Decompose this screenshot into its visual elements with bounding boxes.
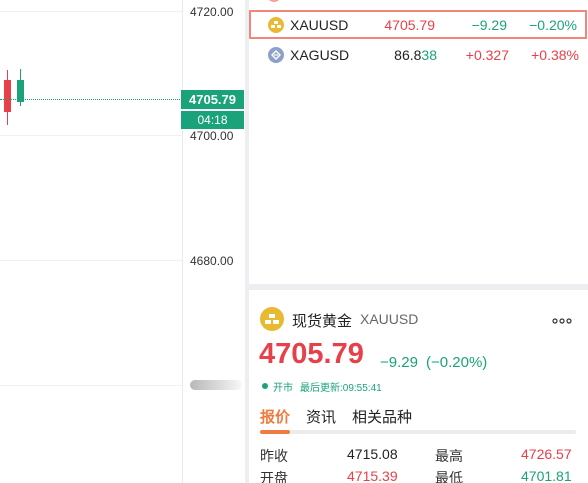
price-main: 86.8 — [394, 47, 422, 63]
stat-label-high: 最高 — [435, 448, 463, 464]
silver-coin-icon — [268, 47, 284, 63]
tab-track — [260, 430, 576, 434]
current-price-line — [0, 99, 182, 100]
instrument-symbol: XAUUSD — [360, 311, 419, 327]
last-update-time: 最后更新:09:55:41 — [300, 383, 382, 394]
gridline — [0, 11, 182, 12]
stat-value-open: 4715.39 — [347, 468, 398, 483]
symbol-label: XAUUSD — [290, 16, 349, 33]
candle-down — [4, 80, 11, 112]
price-axis-separator — [182, 0, 183, 483]
candlestick-chart[interactable]: 4720.00 4700.00 4680.00 4705.79 04:18 — [0, 0, 245, 483]
tab-news[interactable]: 资讯 — [306, 406, 336, 427]
last-price: 4705.79 — [384, 16, 435, 33]
last-price: 86.838 — [394, 47, 437, 63]
tab-quote[interactable]: 报价 — [260, 406, 290, 427]
stat-label-open: 开盘 — [260, 470, 288, 483]
watchlist-row-xagusd[interactable]: XAGUSD 86.838 +0.327 +0.38% — [249, 41, 587, 69]
gold-coin-icon — [260, 307, 284, 331]
crosshair-label — [190, 380, 242, 390]
gridline — [0, 260, 182, 261]
tab-indicator — [260, 430, 290, 434]
price-tick-4680: 4680.00 — [190, 254, 234, 268]
price-tick-4700: 4700.00 — [190, 129, 234, 143]
price-tail: 38 — [421, 47, 437, 63]
stat-value-low: 4701.81 — [521, 468, 572, 483]
instrument-name: 现货黄金 — [292, 313, 353, 330]
detail-percent-change: (−0.20%) — [426, 354, 488, 371]
detail-last-price: 4705.79 — [259, 338, 364, 370]
stat-label-prev-close: 昨收 — [260, 448, 288, 464]
detail-price-change: −9.29 — [380, 354, 418, 371]
price-tick-4720: 4720.00 — [190, 5, 234, 19]
instrument-detail-panel: 现货黄金 XAUUSD 4705.79 −9.29 (−0.20%) 开市 最后… — [249, 290, 588, 483]
price-change: −9.29 — [471, 16, 507, 33]
candle-countdown: 04:18 — [181, 111, 244, 129]
stat-value-prev-close: 4715.08 — [347, 446, 398, 462]
tab-related[interactable]: 相关品种 — [352, 406, 412, 427]
stat-label-low: 最低 — [435, 470, 463, 483]
current-price-tag: 4705.79 — [181, 90, 244, 109]
price-change: +0.327 — [465, 47, 509, 63]
watchlist-row-xauusd[interactable]: XAUUSD 4705.79 −9.29 −0.20% — [249, 10, 587, 39]
market-status: 开市 — [273, 383, 293, 394]
symbol-label: XAGUSD — [290, 47, 350, 63]
watchlist: XAUUSD 4705.79 −9.29 −0.20% XAGUSD 86.83… — [249, 0, 588, 284]
gridline — [0, 135, 182, 136]
gridline — [0, 385, 182, 386]
market-open-dot — [262, 383, 268, 389]
stat-value-high: 4726.57 — [521, 446, 572, 462]
gold-coin-icon — [268, 16, 284, 33]
percent-change: +0.38% — [531, 47, 579, 63]
scroll-marker — [269, 0, 279, 2]
more-options-icon[interactable] — [552, 311, 572, 327]
percent-change: −0.20% — [529, 16, 577, 33]
